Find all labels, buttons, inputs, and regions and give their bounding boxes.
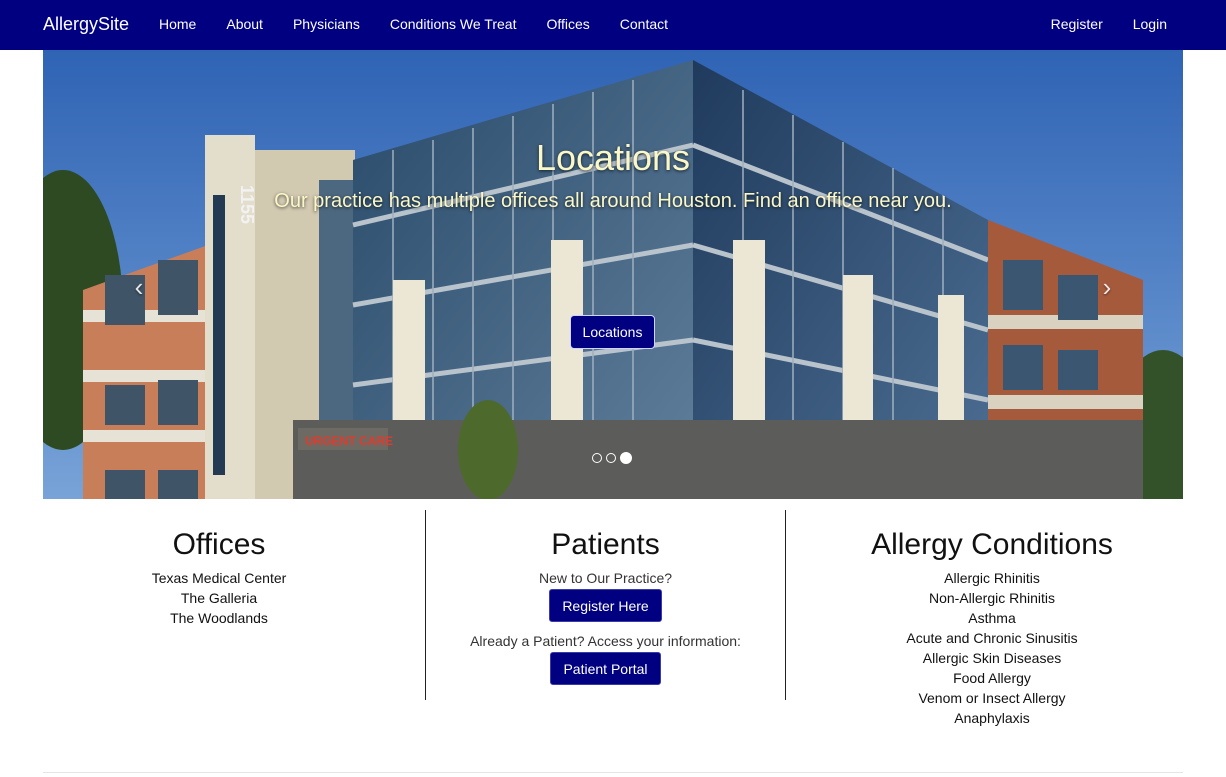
patient-portal-button[interactable]: Patient Portal: [550, 652, 661, 685]
carousel-indicator-3[interactable]: [620, 452, 632, 464]
patients-section: Patients New to Our Practice? Register H…: [425, 510, 786, 700]
nav-conditions[interactable]: Conditions We Treat: [390, 16, 517, 33]
condition-item: Allergic Skin Diseases: [922, 650, 1062, 666]
conditions-section: Allergy Conditions Allergic Rhinitis Non…: [796, 510, 1188, 728]
hero-carousel: URGENT CARE 1155 Locations Our practice …: [43, 50, 1183, 499]
condition-item: Venom or Insect Allergy: [918, 690, 1066, 706]
carousel-next-button[interactable]: ›: [1095, 272, 1119, 302]
conditions-heading: Allergy Conditions: [871, 528, 1113, 561]
chevron-left-icon: ‹: [134, 272, 144, 302]
nav-physicians[interactable]: Physicians: [293, 16, 360, 33]
main-nav: Home About Physicians Conditions We Trea…: [144, 16, 683, 33]
patients-heading: Patients: [551, 528, 660, 561]
nav-home[interactable]: Home: [159, 16, 196, 33]
nav-contact[interactable]: Contact: [620, 16, 668, 33]
brand-logo-link[interactable]: AllergySite: [43, 14, 129, 35]
office-building-photo: URGENT CARE 1155: [43, 50, 1183, 499]
nav-register[interactable]: Register: [1051, 16, 1103, 33]
locations-button[interactable]: Locations: [570, 315, 655, 349]
urgent-care-sign: URGENT CARE: [305, 434, 393, 448]
register-here-button[interactable]: Register Here: [549, 589, 662, 622]
new-patient-prompt: New to Our Practice?: [538, 570, 673, 586]
office-item: Texas Medical Center: [151, 570, 287, 586]
carousel-indicator-2[interactable]: [606, 453, 616, 463]
condition-item: Anaphylaxis: [954, 710, 1030, 726]
account-nav: Register Login: [1036, 16, 1182, 33]
carousel-caption-text: Our practice has multiple offices all ar…: [274, 190, 952, 212]
offices-section: Offices Texas Medical Center The Galleri…: [43, 510, 395, 628]
offices-list: Texas Medical Center The Galleria The Wo…: [43, 568, 395, 628]
existing-patient-prompt: Already a Patient? Access your informati…: [470, 633, 741, 649]
carousel-prev-button[interactable]: ‹: [127, 272, 151, 302]
offices-heading: Offices: [172, 528, 266, 561]
condition-item: Non-Allergic Rhinitis: [928, 590, 1056, 606]
footer-divider: [43, 772, 1183, 773]
condition-item: Asthma: [968, 610, 1016, 626]
carousel-caption-title: Locations: [535, 137, 691, 178]
carousel-indicator-1[interactable]: [592, 453, 602, 463]
nav-about[interactable]: About: [226, 16, 263, 33]
condition-item: Allergic Rhinitis: [944, 570, 1040, 586]
condition-item: Acute and Chronic Sinusitis: [906, 630, 1078, 646]
carousel-indicators: [592, 452, 632, 464]
conditions-list: Allergic Rhinitis Non-Allergic Rhinitis …: [796, 568, 1188, 728]
nav-login[interactable]: Login: [1133, 16, 1167, 33]
top-navbar: AllergySite Home About Physicians Condit…: [0, 0, 1226, 50]
office-item: The Woodlands: [170, 610, 268, 626]
condition-item: Food Allergy: [953, 670, 1031, 686]
office-item: The Galleria: [180, 590, 258, 606]
chevron-right-icon: ›: [1102, 272, 1112, 302]
nav-offices[interactable]: Offices: [546, 16, 589, 33]
